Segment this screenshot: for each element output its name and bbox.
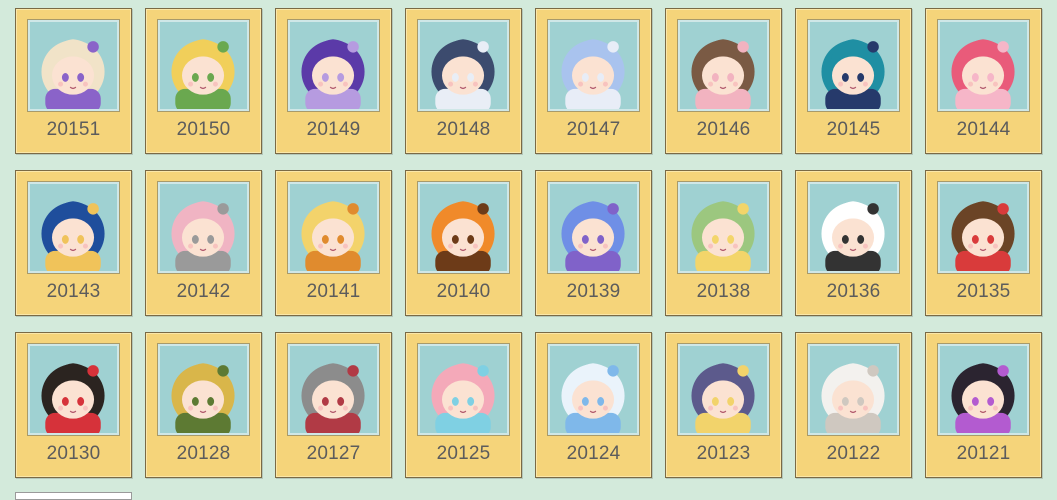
character-portrait [808,182,899,273]
character-portrait [808,20,899,111]
character-portrait [418,182,509,273]
character-card[interactable]: 20150 [145,8,262,154]
character-card[interactable]: 20127 [275,332,392,478]
character-card[interactable]: 20141 [275,170,392,316]
character-card[interactable]: 20148 [405,8,522,154]
character-id-label: 20148 [436,119,491,140]
character-id-label: 20138 [696,281,751,302]
character-id-label: 20122 [826,443,881,464]
character-card[interactable]: 20130 [15,332,132,478]
character-id-label: 20142 [176,281,231,302]
character-portrait [158,182,249,273]
character-id-label: 20141 [306,281,361,302]
character-portrait [678,182,769,273]
character-portrait [548,182,639,273]
character-portrait [938,20,1029,111]
partial-card [15,492,132,500]
character-id-label: 20130 [46,443,101,464]
character-portrait [678,344,769,435]
character-id-label: 20135 [956,281,1011,302]
character-id-label: 20128 [176,443,231,464]
character-portrait [418,344,509,435]
character-id-label: 20139 [566,281,621,302]
character-portrait [28,182,119,273]
character-id-label: 20140 [436,281,491,302]
character-card[interactable]: 20143 [15,170,132,316]
character-card[interactable]: 20128 [145,332,262,478]
character-portrait [158,344,249,435]
character-id-label: 20145 [826,119,881,140]
character-card[interactable]: 20138 [665,170,782,316]
character-card[interactable]: 20135 [925,170,1042,316]
character-id-label: 20136 [826,281,881,302]
character-portrait [938,344,1029,435]
character-card[interactable]: 20149 [275,8,392,154]
character-id-label: 20125 [436,443,491,464]
character-portrait [288,344,379,435]
character-id-label: 20124 [566,443,621,464]
character-card[interactable]: 20121 [925,332,1042,478]
character-id-label: 20149 [306,119,361,140]
character-portrait [28,20,119,111]
character-card[interactable]: 20122 [795,332,912,478]
character-id-label: 20121 [956,443,1011,464]
character-id-label: 20147 [566,119,621,140]
character-card[interactable]: 20144 [925,8,1042,154]
character-card[interactable]: 20136 [795,170,912,316]
character-card[interactable]: 20151 [15,8,132,154]
character-id-label: 20127 [306,443,361,464]
character-card[interactable]: 20142 [145,170,262,316]
character-id-label: 20144 [956,119,1011,140]
character-portrait [678,20,769,111]
character-card[interactable]: 20139 [535,170,652,316]
character-card[interactable]: 20147 [535,8,652,154]
character-id-label: 20150 [176,119,231,140]
character-card[interactable]: 20140 [405,170,522,316]
character-id-label: 20146 [696,119,751,140]
character-portrait [288,20,379,111]
character-id-label: 20143 [46,281,101,302]
character-card[interactable]: 20146 [665,8,782,154]
character-portrait [288,182,379,273]
character-grid: 20151 20150 20149 20148 20147 20146 20145 20144… [15,8,1042,478]
character-card[interactable]: 20145 [795,8,912,154]
character-card[interactable]: 20124 [535,332,652,478]
character-portrait [548,20,639,111]
character-portrait [808,344,899,435]
character-id-label: 20123 [696,443,751,464]
character-portrait [418,20,509,111]
character-portrait [28,344,119,435]
character-portrait [548,344,639,435]
character-id-label: 20151 [46,119,101,140]
character-card[interactable]: 20123 [665,332,782,478]
character-portrait [158,20,249,111]
character-card[interactable]: 20125 [405,332,522,478]
character-portrait [938,182,1029,273]
